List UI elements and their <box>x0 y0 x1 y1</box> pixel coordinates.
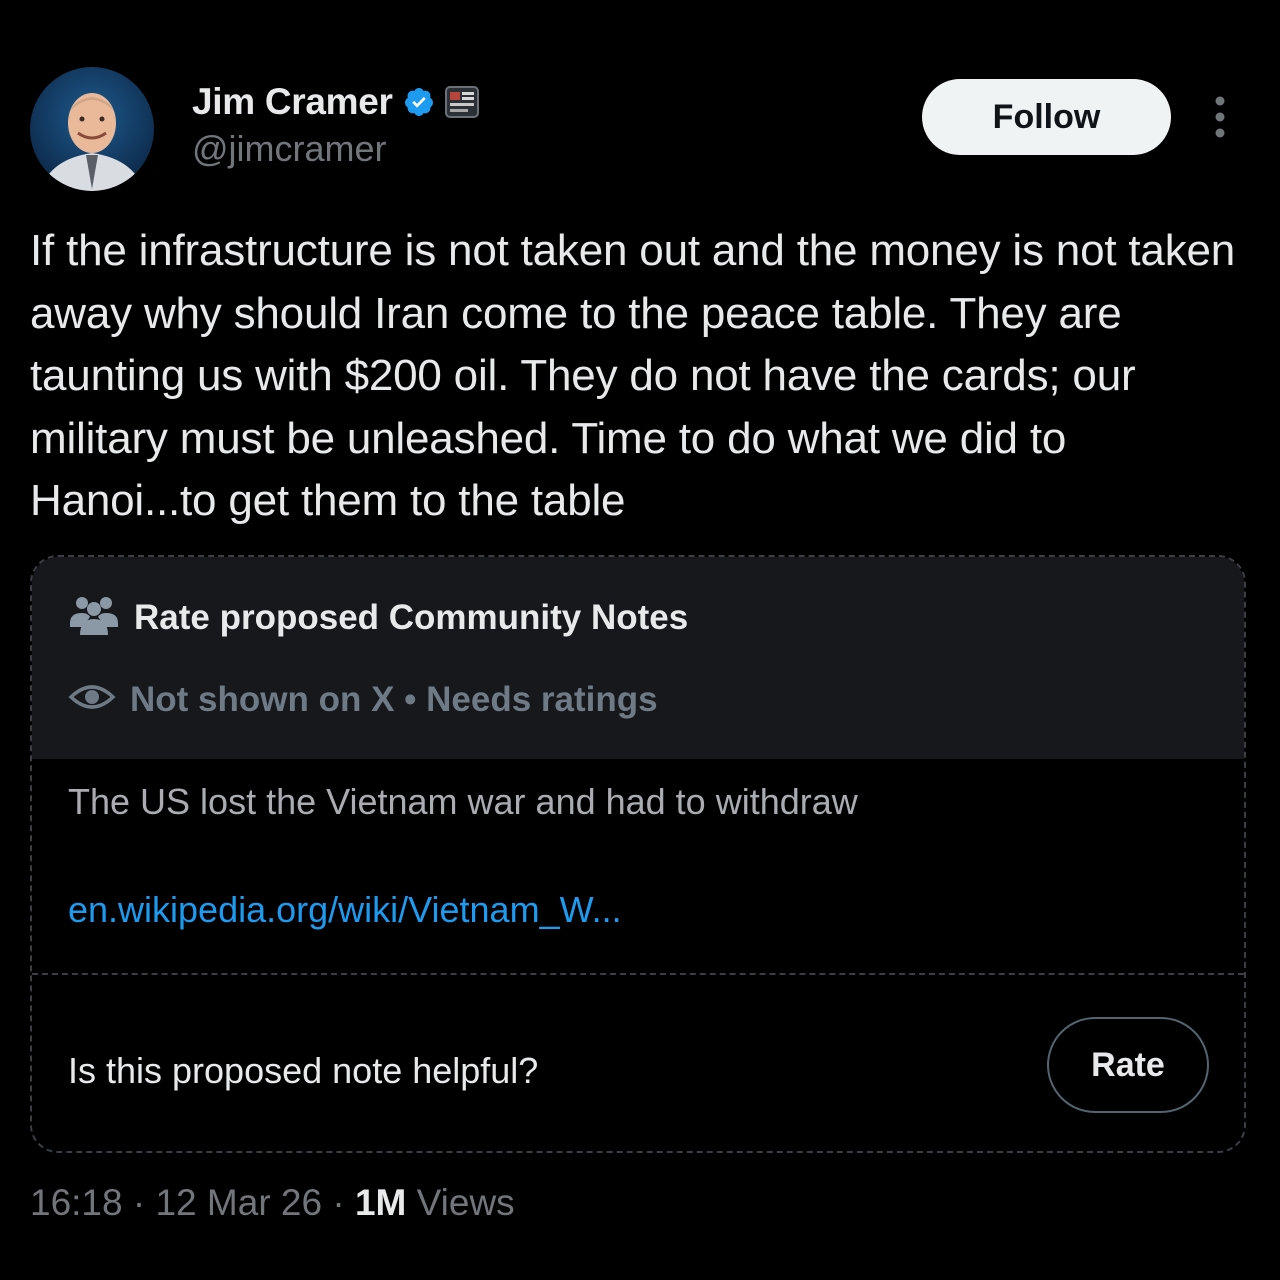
more-vertical-icon[interactable] <box>1205 92 1235 142</box>
community-note-title: Rate proposed Community Notes <box>134 597 689 637</box>
community-note-header: Rate proposed Community Notes Not shown … <box>32 557 1244 759</box>
author-name-row: Jim Cramer <box>192 80 479 124</box>
tweet-meta: 16:18 · 12 Mar 26 · 1M Views <box>30 1182 515 1224</box>
community-note-divider <box>32 973 1244 975</box>
affiliate-badge-icon[interactable] <box>444 86 479 118</box>
meta-separator: · <box>132 1182 146 1223</box>
community-note-title-row: Rate proposed Community Notes <box>68 593 688 642</box>
author-display-name[interactable]: Jim Cramer <box>192 81 393 123</box>
eye-icon <box>68 677 116 722</box>
meta-separator: · <box>332 1182 345 1223</box>
community-note-body: The US lost the Vietnam war and had to w… <box>68 781 858 822</box>
community-note-status: Not shown on X • Needs ratings <box>130 679 658 719</box>
author-handle[interactable]: @jimcramer <box>192 128 387 170</box>
verified-badge-icon[interactable] <box>403 86 435 118</box>
views-count: 1M <box>354 1182 407 1223</box>
helpful-question: Is this proposed note helpful? <box>68 1050 539 1091</box>
follow-button[interactable]: Follow <box>922 79 1171 155</box>
rate-button[interactable]: Rate <box>1047 1017 1209 1113</box>
community-note-status-row: Not shown on X • Needs ratings <box>68 677 658 722</box>
community-note-link[interactable]: en.wikipedia.org/wiki/Vietnam_W... <box>68 889 622 931</box>
tweet-date[interactable]: 12 Mar 26 <box>155 1182 322 1223</box>
views-label: Views <box>416 1182 515 1223</box>
tweet-time[interactable]: 16:18 <box>30 1182 123 1223</box>
avatar[interactable] <box>30 67 154 191</box>
tweet-text: If the infrastructure is not taken out a… <box>30 226 1236 525</box>
people-icon <box>68 593 120 642</box>
community-note-card: Rate proposed Community Notes Not shown … <box>30 555 1246 1153</box>
